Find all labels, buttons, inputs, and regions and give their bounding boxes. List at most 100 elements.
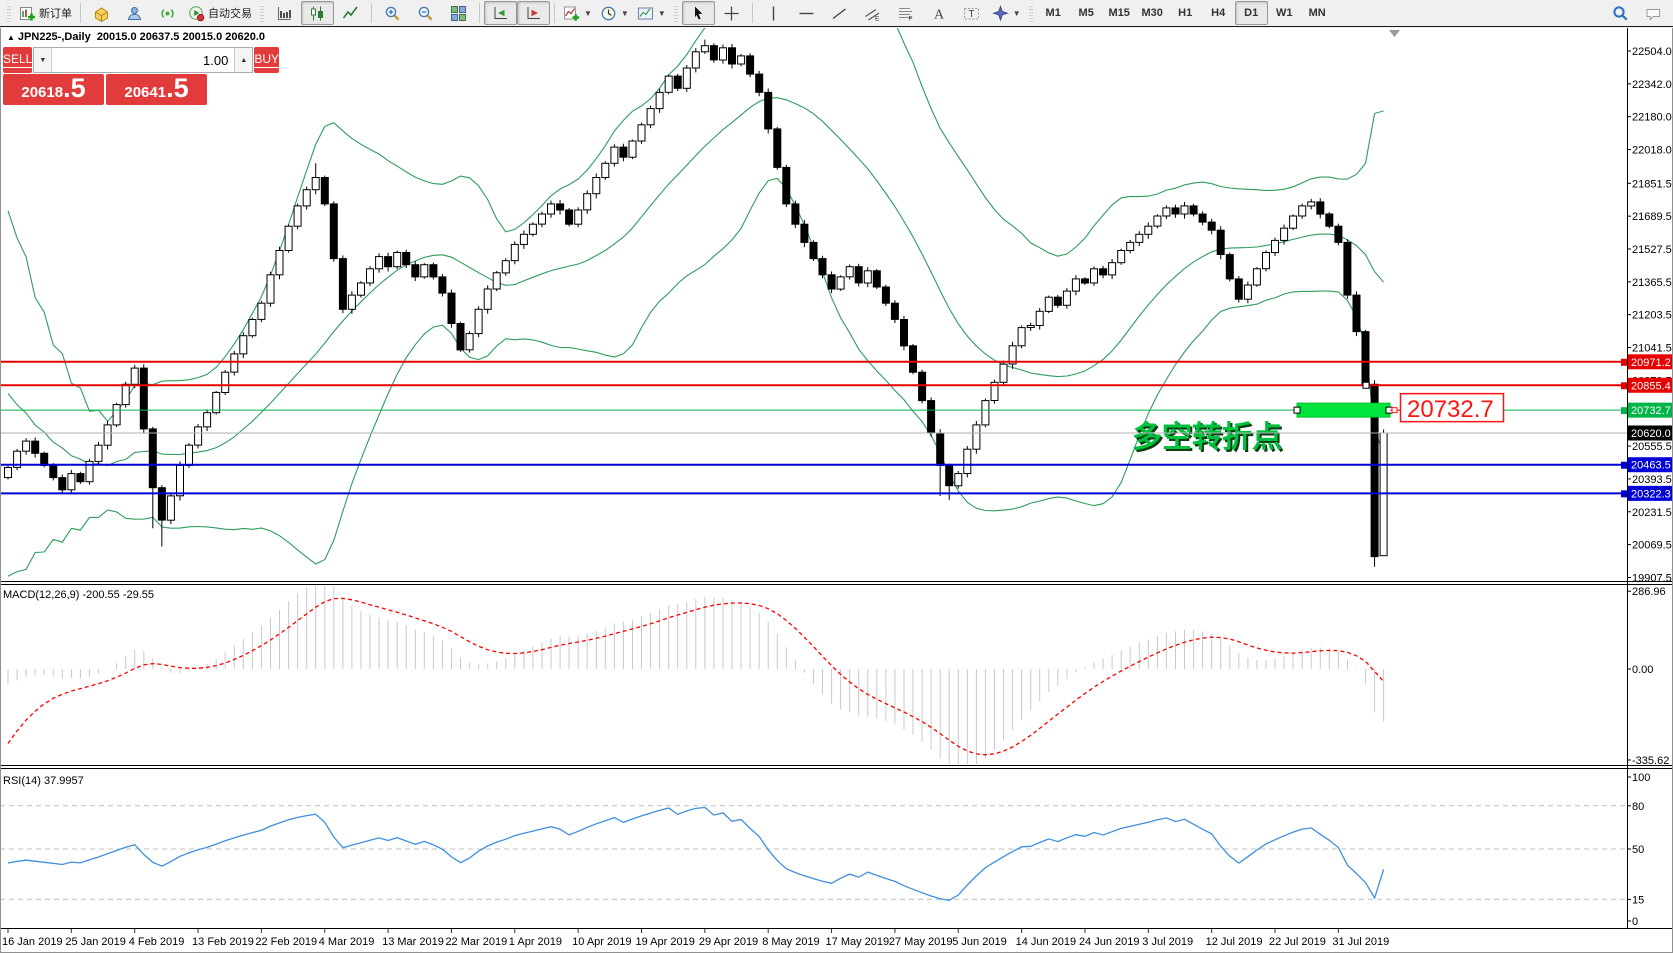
- toolbar-separator: [371, 3, 372, 23]
- chart-window[interactable]: 22504.022342.022180.022018.021851.521689…: [0, 28, 1673, 953]
- volume-down-button[interactable]: ▼: [34, 48, 52, 72]
- svg-text:3 Jul 2019: 3 Jul 2019: [1142, 936, 1193, 948]
- crosshair-icon: [723, 5, 740, 22]
- timeframe-m15[interactable]: M15: [1103, 1, 1136, 25]
- crosshair-button[interactable]: [715, 1, 748, 25]
- templates-button[interactable]: ▼: [633, 1, 670, 25]
- timeframe-w1[interactable]: W1: [1268, 1, 1301, 25]
- svg-text:22018.0: 22018.0: [1632, 145, 1672, 157]
- cube-icon: [93, 5, 110, 22]
- rsi-pane-splitter[interactable]: [0, 763, 1673, 770]
- chart-shift-button[interactable]: [517, 1, 550, 25]
- svg-text:286.96: 286.96: [1632, 586, 1666, 598]
- svg-text:27 May 2019: 27 May 2019: [889, 936, 953, 948]
- line-chart-button[interactable]: [334, 1, 367, 25]
- svg-text:14 Jun 2019: 14 Jun 2019: [1016, 936, 1077, 948]
- svg-text:A: A: [934, 7, 945, 22]
- buy-button[interactable]: BUY: [254, 47, 279, 73]
- toolbar-drag-handle[interactable]: [674, 4, 678, 22]
- svg-text:20971.2: 20971.2: [1631, 357, 1671, 369]
- fibonacci-button[interactable]: F: [889, 1, 922, 25]
- periods-button[interactable]: ▼: [596, 1, 633, 25]
- candle-chart-button[interactable]: [301, 1, 334, 25]
- timeframe-mn[interactable]: MN: [1301, 1, 1334, 25]
- svg-text:50: 50: [1632, 844, 1644, 856]
- tile-icon: [450, 5, 467, 22]
- account-button[interactable]: [118, 1, 151, 25]
- fibo-icon: F: [897, 5, 914, 22]
- timeframe-m5[interactable]: M5: [1070, 1, 1103, 25]
- svg-text:8 May 2019: 8 May 2019: [762, 936, 819, 948]
- annotation-text[interactable]: 多空转折点 多空转折点: [1132, 421, 1284, 456]
- toolbar-drag-handle[interactable]: [260, 4, 264, 22]
- cursor-icon: [690, 5, 707, 22]
- svg-text:T: T: [968, 9, 974, 20]
- search-button[interactable]: [1604, 1, 1637, 25]
- text-label-button[interactable]: T: [955, 1, 988, 25]
- hline-icon: [798, 5, 815, 22]
- bar-chart-button[interactable]: [268, 1, 301, 25]
- svg-text:20463.5: 20463.5: [1631, 460, 1671, 472]
- signals-button[interactable]: [151, 1, 184, 25]
- indicator-icon: [563, 5, 580, 22]
- svg-text:19 Apr 2019: 19 Apr 2019: [636, 936, 695, 948]
- svg-text:21365.5: 21365.5: [1632, 277, 1672, 289]
- svg-text:22 Mar 2019: 22 Mar 2019: [445, 936, 507, 948]
- svg-text:F: F: [908, 15, 912, 22]
- tile-windows-button[interactable]: [442, 1, 475, 25]
- svg-text:24 Jun 2019: 24 Jun 2019: [1079, 936, 1140, 948]
- search-icon: [1612, 5, 1629, 22]
- trendline-button[interactable]: [823, 1, 856, 25]
- timeframe-m1[interactable]: M1: [1037, 1, 1070, 25]
- svg-text:22 Jul 2019: 22 Jul 2019: [1269, 936, 1326, 948]
- toolbar-separator: [479, 3, 480, 23]
- buy-price[interactable]: 20641.5: [106, 74, 207, 105]
- svg-text:22504.0: 22504.0: [1632, 46, 1672, 58]
- cursor-button[interactable]: [682, 1, 715, 25]
- svg-text:80: 80: [1632, 801, 1644, 813]
- svg-text:0.00: 0.00: [1632, 664, 1653, 676]
- zoom-in-button[interactable]: [376, 1, 409, 25]
- zoom-out-button[interactable]: [409, 1, 442, 25]
- sell-price[interactable]: 20618.5: [3, 74, 104, 105]
- timeframe-h4[interactable]: H4: [1202, 1, 1235, 25]
- svg-text:4 Mar 2019: 4 Mar 2019: [319, 936, 375, 948]
- one-click-trade-panel: SELL ▼ ▲ BUY 20618.5 20641.5: [3, 47, 207, 105]
- timeframe-m30[interactable]: M30: [1136, 1, 1169, 25]
- timeframe-h1[interactable]: H1: [1169, 1, 1202, 25]
- svg-text:0: 0: [1632, 916, 1638, 928]
- toolbar-drag-handle[interactable]: [1029, 4, 1033, 22]
- indicators-button[interactable]: ▼: [559, 1, 596, 25]
- auto-scroll-button[interactable]: [484, 1, 517, 25]
- channel-button[interactable]: E: [856, 1, 889, 25]
- autotrading-button[interactable]: 自动交易: [184, 1, 256, 25]
- collapse-arrow-icon[interactable]: ▲: [7, 33, 15, 42]
- chevron-down-icon: ▼: [584, 9, 592, 18]
- volume-up-button[interactable]: ▲: [234, 48, 252, 72]
- zoom-in-icon: [384, 5, 401, 22]
- svg-text:4 Feb 2019: 4 Feb 2019: [129, 936, 185, 948]
- svg-text:21527.5: 21527.5: [1632, 244, 1672, 256]
- vertical-line-button[interactable]: [757, 1, 790, 25]
- arrows-button[interactable]: ▼: [988, 1, 1025, 25]
- svg-text:20855.4: 20855.4: [1631, 380, 1671, 392]
- new-order-button[interactable]: 新订单: [15, 1, 76, 25]
- toolbar-drag-handle[interactable]: [7, 4, 11, 22]
- svg-text:20393.5: 20393.5: [1632, 474, 1672, 486]
- svg-text:21851.5: 21851.5: [1632, 178, 1672, 190]
- macd-pane-splitter[interactable]: [0, 579, 1673, 586]
- svg-text:25 Jan 2019: 25 Jan 2019: [65, 936, 126, 948]
- price-chart[interactable]: 22504.022342.022180.022018.021851.521689…: [0, 28, 1673, 953]
- text-button[interactable]: A: [922, 1, 955, 25]
- sell-button[interactable]: SELL: [3, 47, 32, 73]
- timeframe-d1[interactable]: D1: [1235, 1, 1268, 25]
- chevron-down-icon: ▼: [1013, 9, 1021, 18]
- horizontal-line-button[interactable]: [790, 1, 823, 25]
- rsi-label: RSI(14) 37.9957: [3, 775, 84, 787]
- chart-profile-button[interactable]: [85, 1, 118, 25]
- chat-button[interactable]: [1637, 1, 1670, 25]
- svg-text:12 Jul 2019: 12 Jul 2019: [1206, 936, 1263, 948]
- volume-input[interactable]: [52, 48, 234, 72]
- svg-text:1 Apr 2019: 1 Apr 2019: [509, 936, 562, 948]
- signal-icon: [159, 5, 176, 22]
